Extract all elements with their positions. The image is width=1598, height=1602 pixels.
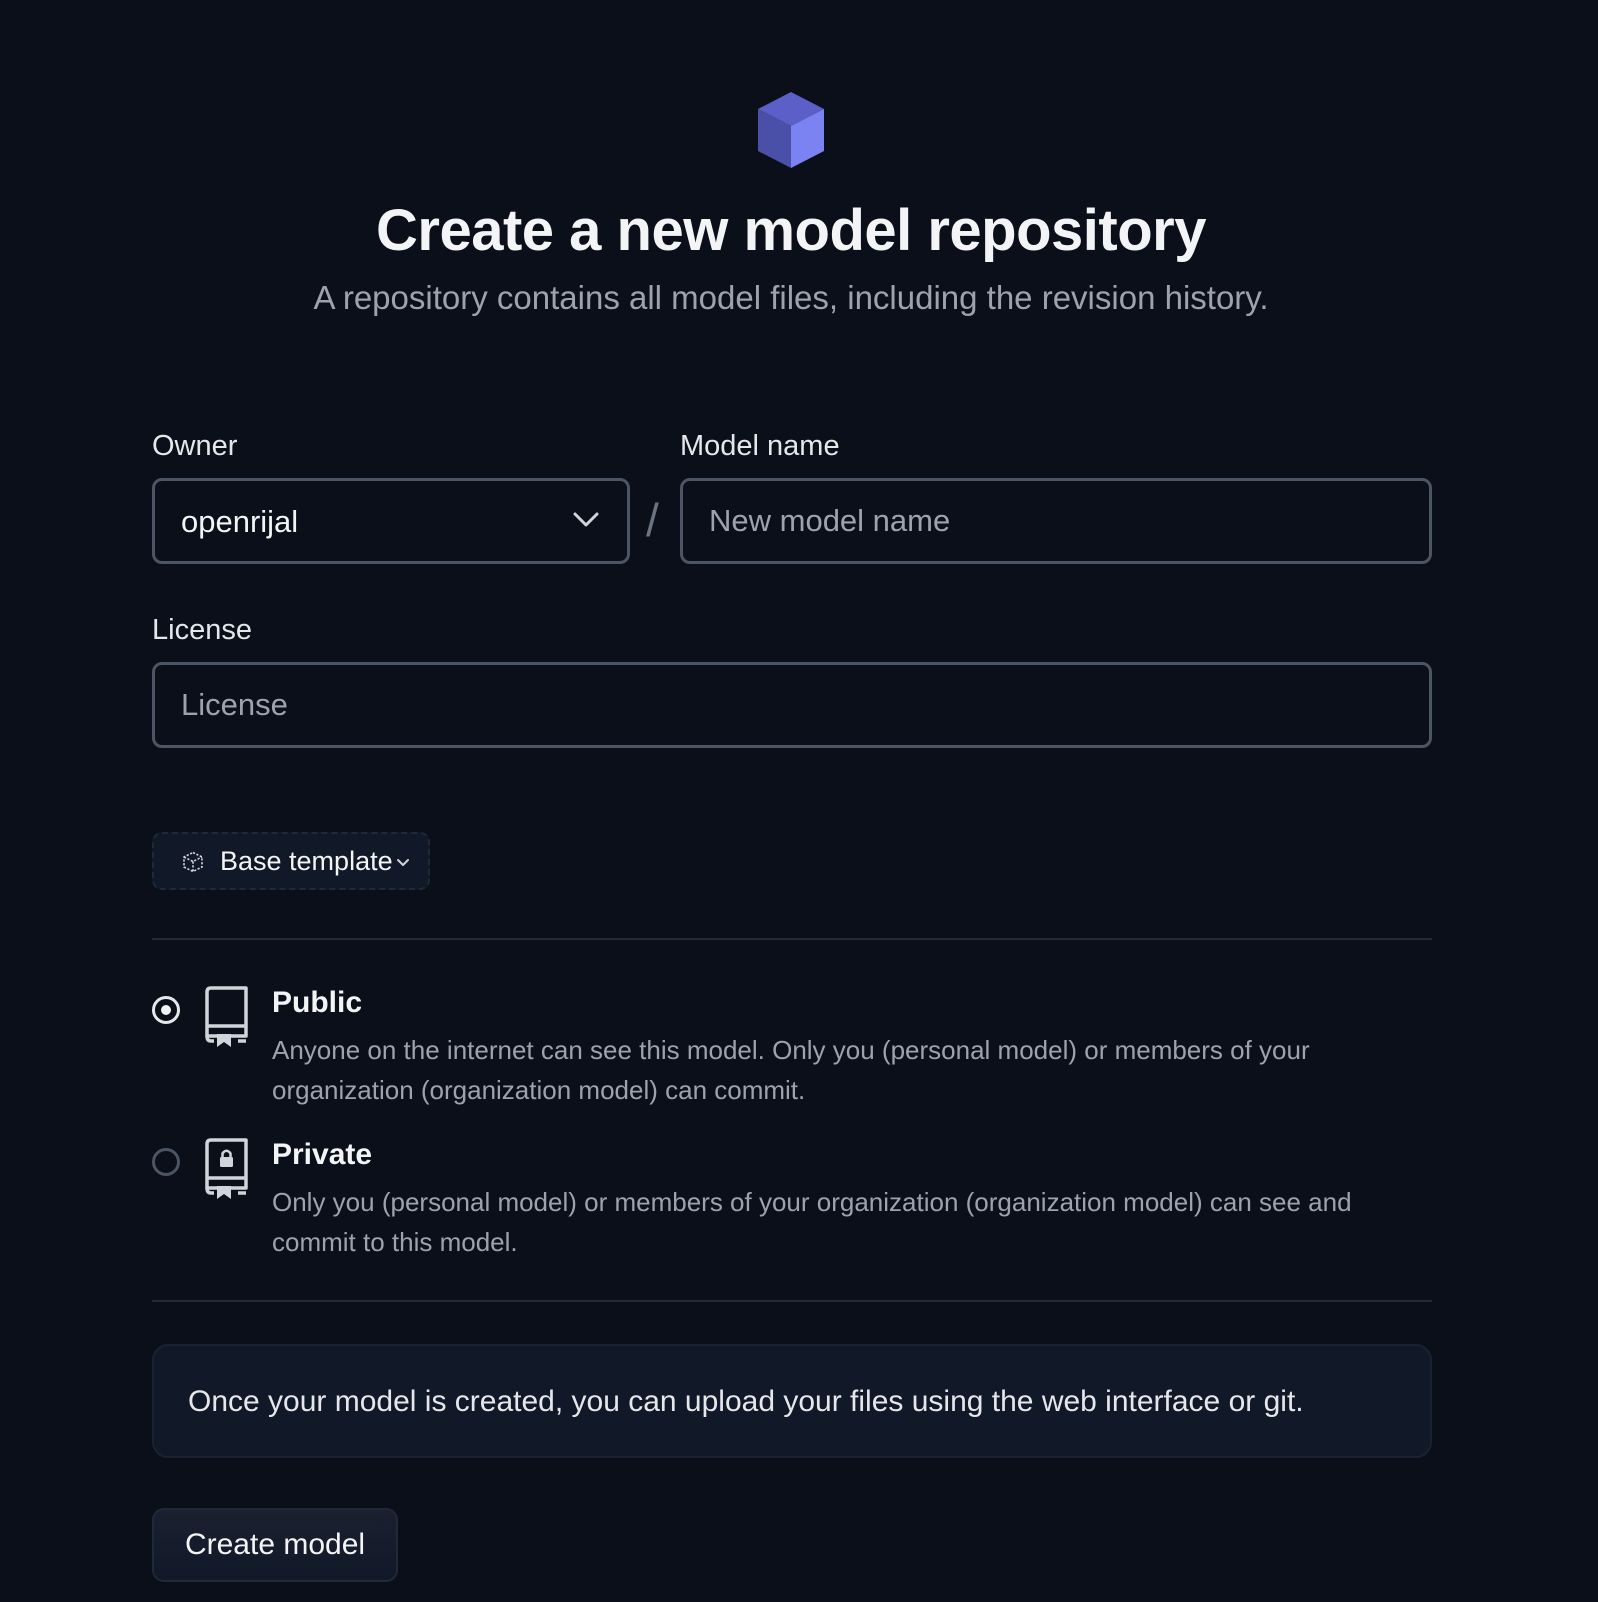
page-subtitle: A repository contains all model files, i… <box>313 279 1269 316</box>
license-input[interactable] <box>152 662 1432 748</box>
visibility-public-title: Public <box>272 986 363 1019</box>
section-divider <box>152 1300 1432 1302</box>
chevron-down-icon <box>397 859 409 866</box>
owner-select-value: openrijal <box>181 504 299 539</box>
info-text: Once your model is created, you can uplo… <box>188 1385 1304 1418</box>
visibility-option-public[interactable]: Public Anyone on the internet can see th… <box>152 984 1432 1105</box>
repo-locked-icon <box>205 1138 248 1199</box>
radio-public[interactable] <box>152 996 180 1024</box>
visibility-private-title: Private <box>272 1138 373 1171</box>
model-name-label: Model name <box>680 430 840 462</box>
visibility-private-description: Only you (personal model) or members of … <box>272 1187 1352 1257</box>
radio-private[interactable] <box>152 1148 180 1176</box>
chevron-down-icon <box>573 512 599 527</box>
section-divider <box>152 938 1432 940</box>
base-template-button[interactable]: Base template <box>152 832 430 890</box>
visibility-public-description: Anyone on the internet can see this mode… <box>272 1035 1310 1105</box>
owner-name-separator: / <box>646 494 659 546</box>
cube-outline-icon <box>183 851 203 873</box>
info-box: Once your model is created, you can uplo… <box>152 1344 1432 1458</box>
model-name-input[interactable] <box>680 478 1432 564</box>
owner-select[interactable]: openrijal <box>152 478 630 564</box>
page-title: Create a new model repository <box>376 198 1206 263</box>
repo-icon <box>205 986 248 1047</box>
base-template-label: Base template <box>220 846 393 876</box>
owner-label: Owner <box>152 430 238 462</box>
visibility-option-private[interactable]: Private Only you (personal model) or mem… <box>152 1136 1432 1257</box>
license-label: License <box>152 614 252 646</box>
cube-icon <box>758 92 824 168</box>
create-model-button[interactable]: Create model <box>152 1508 398 1582</box>
